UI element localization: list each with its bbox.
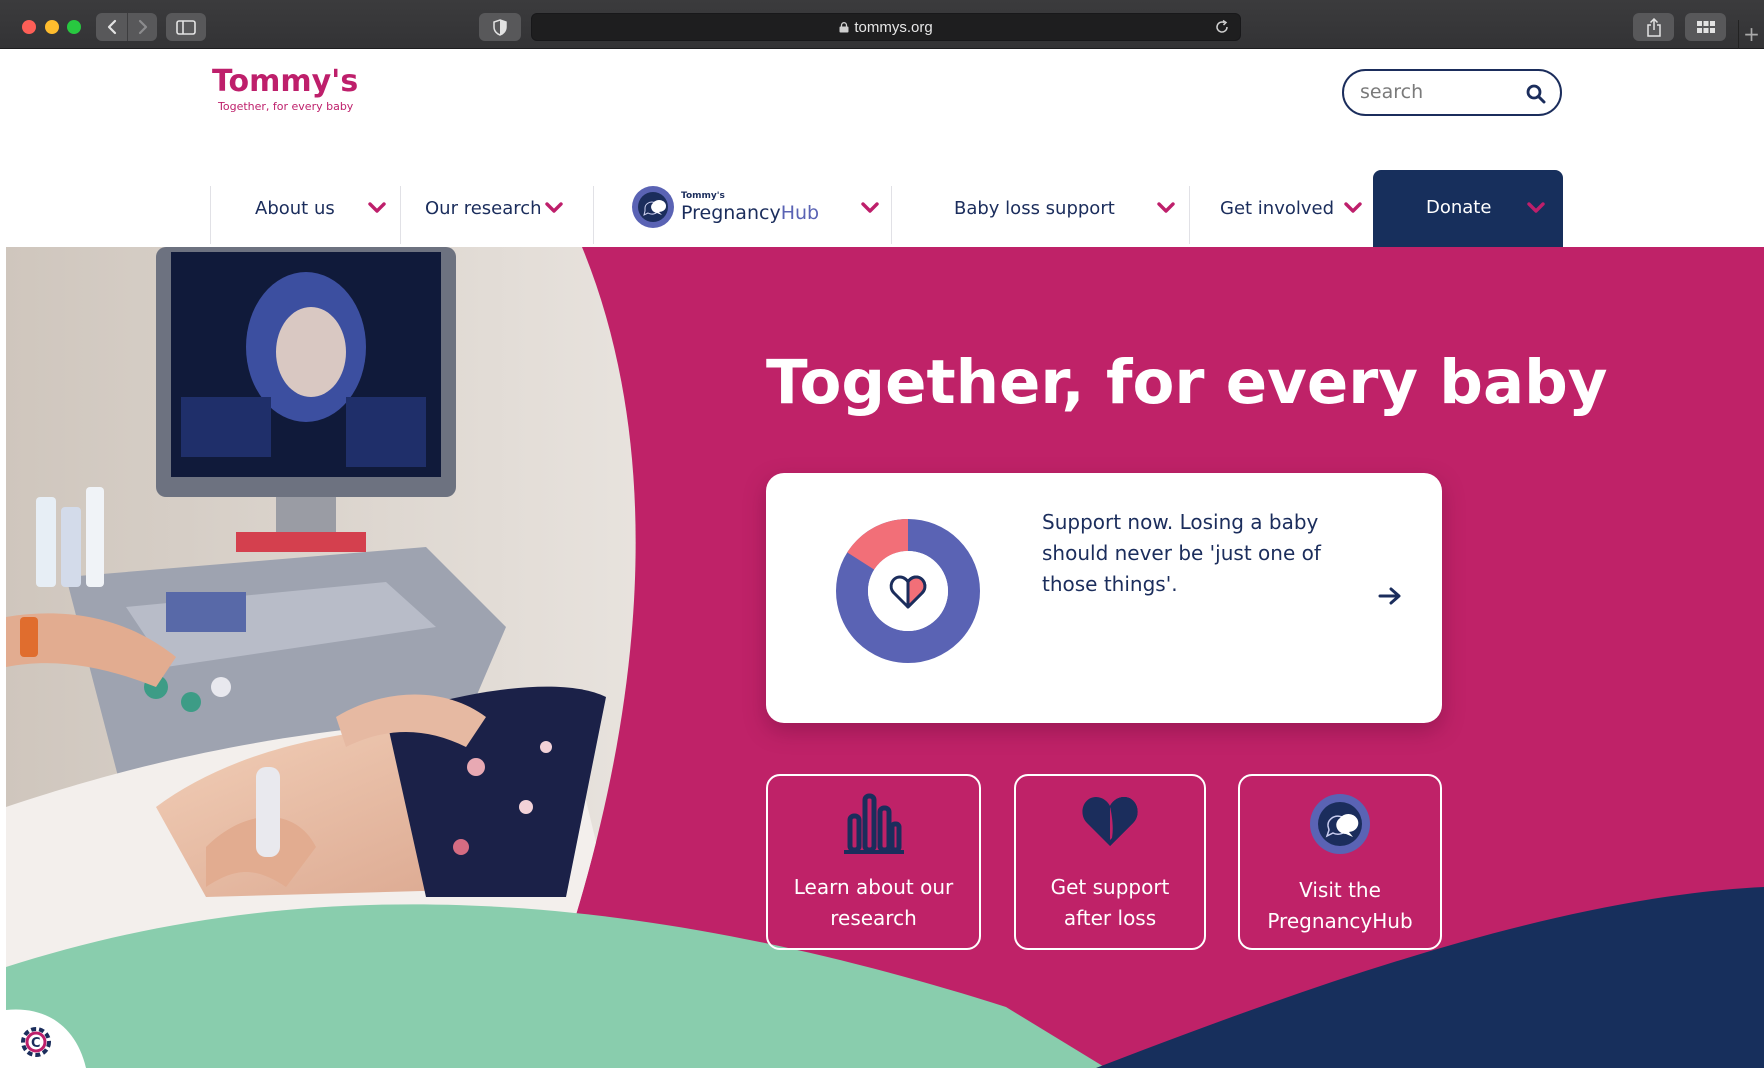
pregnancy-hub-tile[interactable]: Visit the PregnancyHub (1238, 774, 1442, 950)
hero-headline: Together, for every baby (766, 347, 1608, 418)
chevron-down-icon (861, 202, 879, 213)
hero-section: Together, for every baby Support now. Lo… (6, 247, 1764, 1068)
share-button[interactable] (1633, 13, 1674, 41)
sidebar-toggle-button[interactable] (166, 13, 206, 41)
chat-bubbles-icon (1310, 794, 1370, 854)
tile-label-line1: Visit the (1299, 878, 1381, 902)
logo-name: Tommy's (212, 64, 359, 99)
svg-text:C: C (31, 1036, 41, 1051)
browser-toolbar: tommys.org + (0, 0, 1764, 49)
zoom-window-button[interactable] (67, 20, 81, 34)
hub-wordmark: Tommy's PregnancyHub (681, 191, 819, 224)
chevron-down-icon (1344, 202, 1362, 213)
grid-icon (1696, 20, 1715, 33)
donate-label: Donate (1426, 197, 1492, 218)
nav-label: About us (255, 198, 335, 219)
lock-icon (839, 22, 849, 33)
back-button[interactable] (96, 13, 127, 41)
hub-word-pregnancy: Pregnancy (681, 201, 781, 224)
share-icon (1646, 17, 1661, 37)
privacy-report-button[interactable] (479, 13, 521, 41)
pregnancy-hub-logo: Tommy's PregnancyHub (632, 186, 819, 228)
nav-label: Our research (425, 198, 542, 219)
close-window-button[interactable] (22, 20, 36, 34)
reload-icon[interactable] (1214, 19, 1230, 35)
tile-label-line2: research (830, 906, 917, 930)
nav-label: Baby loss support (954, 198, 1115, 219)
tile-label-line2: PregnancyHub (1267, 909, 1413, 933)
nav-item-get-involved[interactable]: Get involved (1189, 170, 1373, 247)
nav-item-pregnancy-hub[interactable]: Tommy's PregnancyHub (593, 170, 891, 247)
tab-overview-button[interactable] (1685, 13, 1726, 41)
cookie-settings-button[interactable]: C (6, 996, 96, 1068)
nav-item-about-us[interactable]: About us (210, 170, 400, 247)
heart-icon (1082, 797, 1138, 846)
main-navigation: About us Our research Tommy's PregnancyH… (210, 170, 1562, 247)
tile-icon-wrap (1016, 792, 1204, 850)
donate-button[interactable]: Donate (1373, 170, 1563, 248)
search-input[interactable] (1360, 79, 1520, 105)
support-card-text: Support now. Losing a baby should never … (1042, 510, 1321, 596)
hub-big-label: PregnancyHub (681, 202, 819, 224)
support-card[interactable]: Support now. Losing a baby should never … (766, 473, 1442, 723)
chevron-down-icon (1527, 202, 1545, 213)
research-tile[interactable]: Learn about our research (766, 774, 981, 950)
url-display: tommys.org (532, 19, 1240, 36)
tile-icon-wrap (768, 792, 979, 854)
address-bar[interactable]: tommys.org (531, 13, 1241, 41)
chevron-down-icon (545, 202, 563, 213)
tile-icon-wrap (1240, 792, 1440, 856)
donut-heart-icon (836, 519, 980, 663)
chevron-left-icon (107, 19, 116, 35)
nav-label: Get involved (1220, 198, 1335, 219)
new-tab-button[interactable]: + (1738, 20, 1764, 49)
forward-button[interactable] (127, 13, 157, 41)
minimize-window-button[interactable] (45, 20, 59, 34)
arrow-right-icon (1378, 587, 1401, 605)
tile-label-line1: Learn about our (793, 875, 954, 899)
chevron-down-icon (368, 202, 386, 213)
search-box (1342, 69, 1562, 116)
sidebar-icon (176, 19, 196, 35)
search-icon[interactable] (1526, 84, 1546, 104)
tile-label-line1: Get support (1050, 875, 1170, 899)
bar-chart-icon (843, 793, 904, 854)
chevron-right-icon (138, 19, 147, 35)
nav-item-baby-loss-support[interactable]: Baby loss support (891, 170, 1189, 247)
tile-label-line2: after loss (1063, 906, 1157, 930)
hub-word-hub: Hub (780, 201, 820, 224)
hub-small-label: Tommy's (681, 190, 725, 201)
logo-tagline: Together, for every baby (218, 100, 354, 113)
shield-icon (493, 18, 507, 36)
web-page: Tommy's Together, for every baby About u… (6, 49, 1764, 1068)
support-tile[interactable]: Get support after loss (1014, 774, 1206, 950)
site-logo[interactable]: Tommy's Together, for every baby (212, 64, 358, 113)
chat-bubbles-icon (632, 186, 674, 228)
url-text: tommys.org (854, 19, 933, 36)
nav-item-our-research[interactable]: Our research (400, 170, 579, 247)
chevron-down-icon (1157, 202, 1175, 213)
